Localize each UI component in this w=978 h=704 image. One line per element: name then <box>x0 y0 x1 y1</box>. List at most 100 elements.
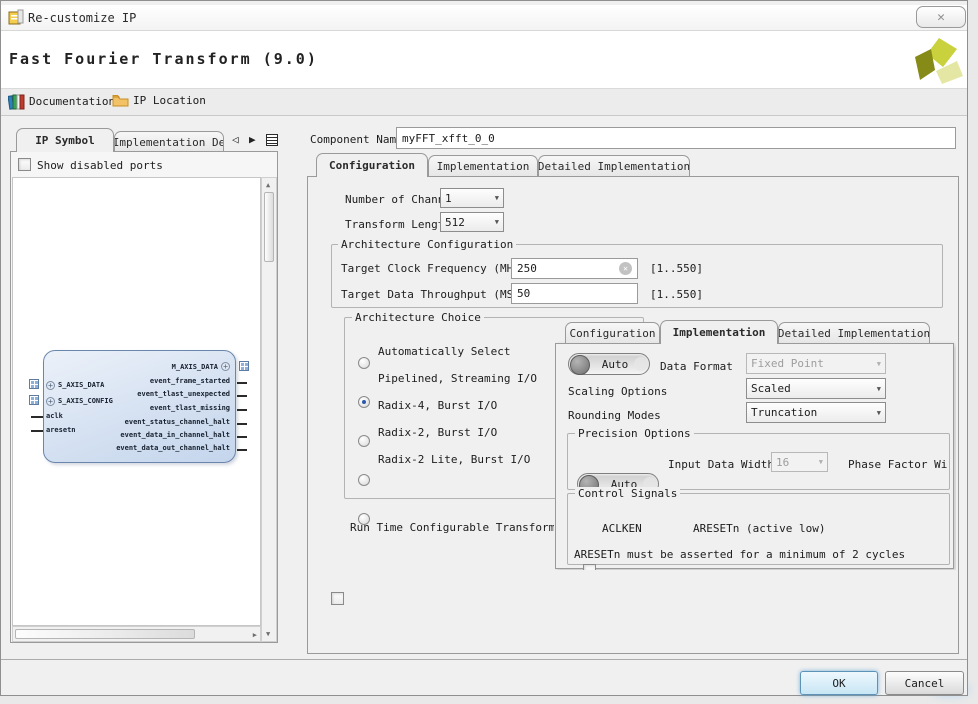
port-stub <box>237 436 247 438</box>
chevron-down-icon: ▼ <box>495 218 499 226</box>
tab-configuration[interactable]: Configuration <box>316 153 428 177</box>
port-event-tlast-unexpected: event_tlast_unexpected <box>100 390 230 398</box>
auto-toggle-label: Auto <box>602 358 629 371</box>
chevron-down-icon: ▼ <box>819 458 823 466</box>
port-event-data-in-channel-halt: event_data_in_channel_halt <box>100 431 230 439</box>
number-of-channels-select[interactable]: 1 ▼ <box>440 188 504 208</box>
component-name-value: myFFT_xfft_0_0 <box>402 132 495 145</box>
data-format-auto-toggle[interactable]: Auto <box>568 353 650 375</box>
scroll-down-icon[interactable]: ▼ <box>266 630 270 638</box>
show-disabled-ports-label: Show disabled ports <box>37 159 163 172</box>
target-clock-frequency-field[interactable]: 250 ✕ <box>511 258 638 279</box>
radio-radix2-burst[interactable] <box>358 474 370 486</box>
port-stub <box>31 430 43 432</box>
target-clock-frequency-label: Target Clock Frequency (MHz) <box>341 262 526 275</box>
rounding-modes-select[interactable]: Truncation ▼ <box>746 402 886 423</box>
target-data-throughput-field[interactable]: 50 <box>511 283 638 304</box>
port-event-data-out-channel-halt: event_data_out_channel_halt <box>100 444 230 452</box>
port-event-tlast-missing: event_tlast_missing <box>100 404 230 412</box>
transform-length-select[interactable]: 512 ▼ <box>440 212 504 232</box>
radio-radix4-burst-label: Radix-4, Burst I/O <box>378 399 497 412</box>
tab-detailed-implementation[interactable]: Detailed Implementation <box>538 155 690 177</box>
clear-field-icon[interactable]: ✕ <box>619 262 632 275</box>
overlay-tab-detailed-implementation[interactable]: Detailed Implementation <box>778 322 930 343</box>
radio-radix2-burst-label: Radix-2, Burst I/O <box>378 426 497 439</box>
data-format-value: Fixed Point <box>751 357 824 370</box>
ip-symbol-vscrollbar[interactable]: ▲ ▼ <box>261 177 277 642</box>
expand-port-icon[interactable]: + <box>221 362 230 371</box>
port-event-status-channel-halt: event_status_channel_halt <box>100 418 230 426</box>
rounding-modes-value: Truncation <box>751 406 817 419</box>
scaling-options-select[interactable]: Scaled ▼ <box>746 378 886 399</box>
scroll-up-icon[interactable]: ▲ <box>266 181 270 189</box>
rounding-modes-label: Rounding Modes <box>568 409 661 422</box>
control-signals-title: Control Signals <box>575 487 680 500</box>
overlay-tab-implementation[interactable]: Implementation <box>660 320 778 344</box>
run-time-configurable-label: Run Time Configurable Transform Len <box>350 521 554 534</box>
documentation-label: Documentation <box>29 95 115 108</box>
component-name-label: Component Name <box>310 133 403 146</box>
tab-scroll-right-icon[interactable]: ▶ <box>249 133 256 146</box>
input-data-width-value: 16 <box>776 456 789 469</box>
port-aclk: aclk <box>46 412 63 420</box>
tab-implementation-label: Implementation <box>437 160 530 173</box>
data-format-label: Data Format <box>660 360 733 373</box>
radio-pipelined-streaming[interactable] <box>358 396 370 408</box>
tab-implementation-details-label: Implementation De <box>114 136 224 149</box>
aclken-checkbox[interactable]: ✓ <box>583 564 596 570</box>
overlay-tab-configuration[interactable]: Configuration <box>565 322 660 343</box>
xilinx-logo-icon <box>912 38 966 86</box>
show-disabled-ports-checkbox[interactable]: ✓ <box>18 158 31 171</box>
port-stub <box>237 382 247 384</box>
port-aresetn: aresetn <box>46 426 76 434</box>
number-of-channels-value: 1 <box>445 192 452 205</box>
hscroll-thumb[interactable] <box>15 629 195 639</box>
scroll-right-icon[interactable]: ▶ <box>253 631 257 639</box>
chevron-down-icon: ▼ <box>877 385 881 393</box>
tab-implementation[interactable]: Implementation <box>428 155 538 177</box>
vscroll-thumb[interactable] <box>264 192 274 262</box>
run-time-configurable-checkbox[interactable]: ✓ <box>331 592 344 605</box>
phase-factor-width-label: Phase Factor Wi <box>848 458 947 471</box>
cancel-button[interactable]: Cancel <box>885 671 964 695</box>
precision-options-title: Precision Options <box>575 427 694 440</box>
dialog-title: Re-customize IP <box>28 11 136 25</box>
chevron-down-icon: ▼ <box>877 409 881 417</box>
tab-scroll-left-icon[interactable]: ◁ <box>232 133 239 146</box>
ip-symbol-hscrollbar[interactable]: ▶ <box>12 626 261 642</box>
ip-location-button[interactable]: IP Location <box>112 93 206 108</box>
implementation-overlay-panel: Configuration Implementation Detailed Im… <box>555 320 956 570</box>
cancel-button-label: Cancel <box>905 677 945 690</box>
radio-automatically-select-label: Automatically Select <box>378 345 510 358</box>
bus-interface-icon <box>239 361 249 371</box>
overlay-tab-implementation-label: Implementation <box>673 326 766 339</box>
chevron-down-icon: ▼ <box>495 194 499 202</box>
aclken-label: ACLKEN <box>602 522 642 535</box>
scaling-options-label: Scaling Options <box>568 385 667 398</box>
expand-port-icon[interactable]: + <box>46 397 55 406</box>
tab-implementation-details[interactable]: Implementation De <box>114 131 224 152</box>
tab-list-icon[interactable] <box>266 134 278 146</box>
documentation-button[interactable]: Documentation <box>8 93 115 110</box>
port-s-axis-data: S_AXIS_DATA <box>58 381 104 389</box>
close-icon[interactable]: ✕ <box>916 6 966 28</box>
port-stub <box>31 416 43 418</box>
input-data-width-label: Input Data Width <box>668 458 774 471</box>
overlay-tab-configuration-label: Configuration <box>569 327 655 340</box>
port-event-frame-started: event_frame_started <box>100 377 230 385</box>
target-clock-frequency-range: [1..550] <box>650 262 703 275</box>
expand-port-icon[interactable]: + <box>46 381 55 390</box>
page-title: Fast Fourier Transform (9.0) <box>9 50 318 68</box>
port-stub <box>237 449 247 451</box>
component-name-field[interactable]: myFFT_xfft_0_0 <box>396 127 956 149</box>
radio-radix4-burst[interactable] <box>358 435 370 447</box>
target-data-throughput-label: Target Data Throughput (MSPS) <box>341 288 533 301</box>
port-stub <box>237 409 247 411</box>
tab-ip-symbol[interactable]: IP Symbol <box>16 128 114 152</box>
radio-automatically-select[interactable] <box>358 357 370 369</box>
bus-interface-icon <box>29 379 39 389</box>
aresetn-label: ARESETn (active low) <box>693 522 825 535</box>
ok-button[interactable]: OK <box>800 671 878 695</box>
target-data-throughput-value: 50 <box>517 287 530 300</box>
chevron-down-icon: ▼ <box>877 360 881 368</box>
